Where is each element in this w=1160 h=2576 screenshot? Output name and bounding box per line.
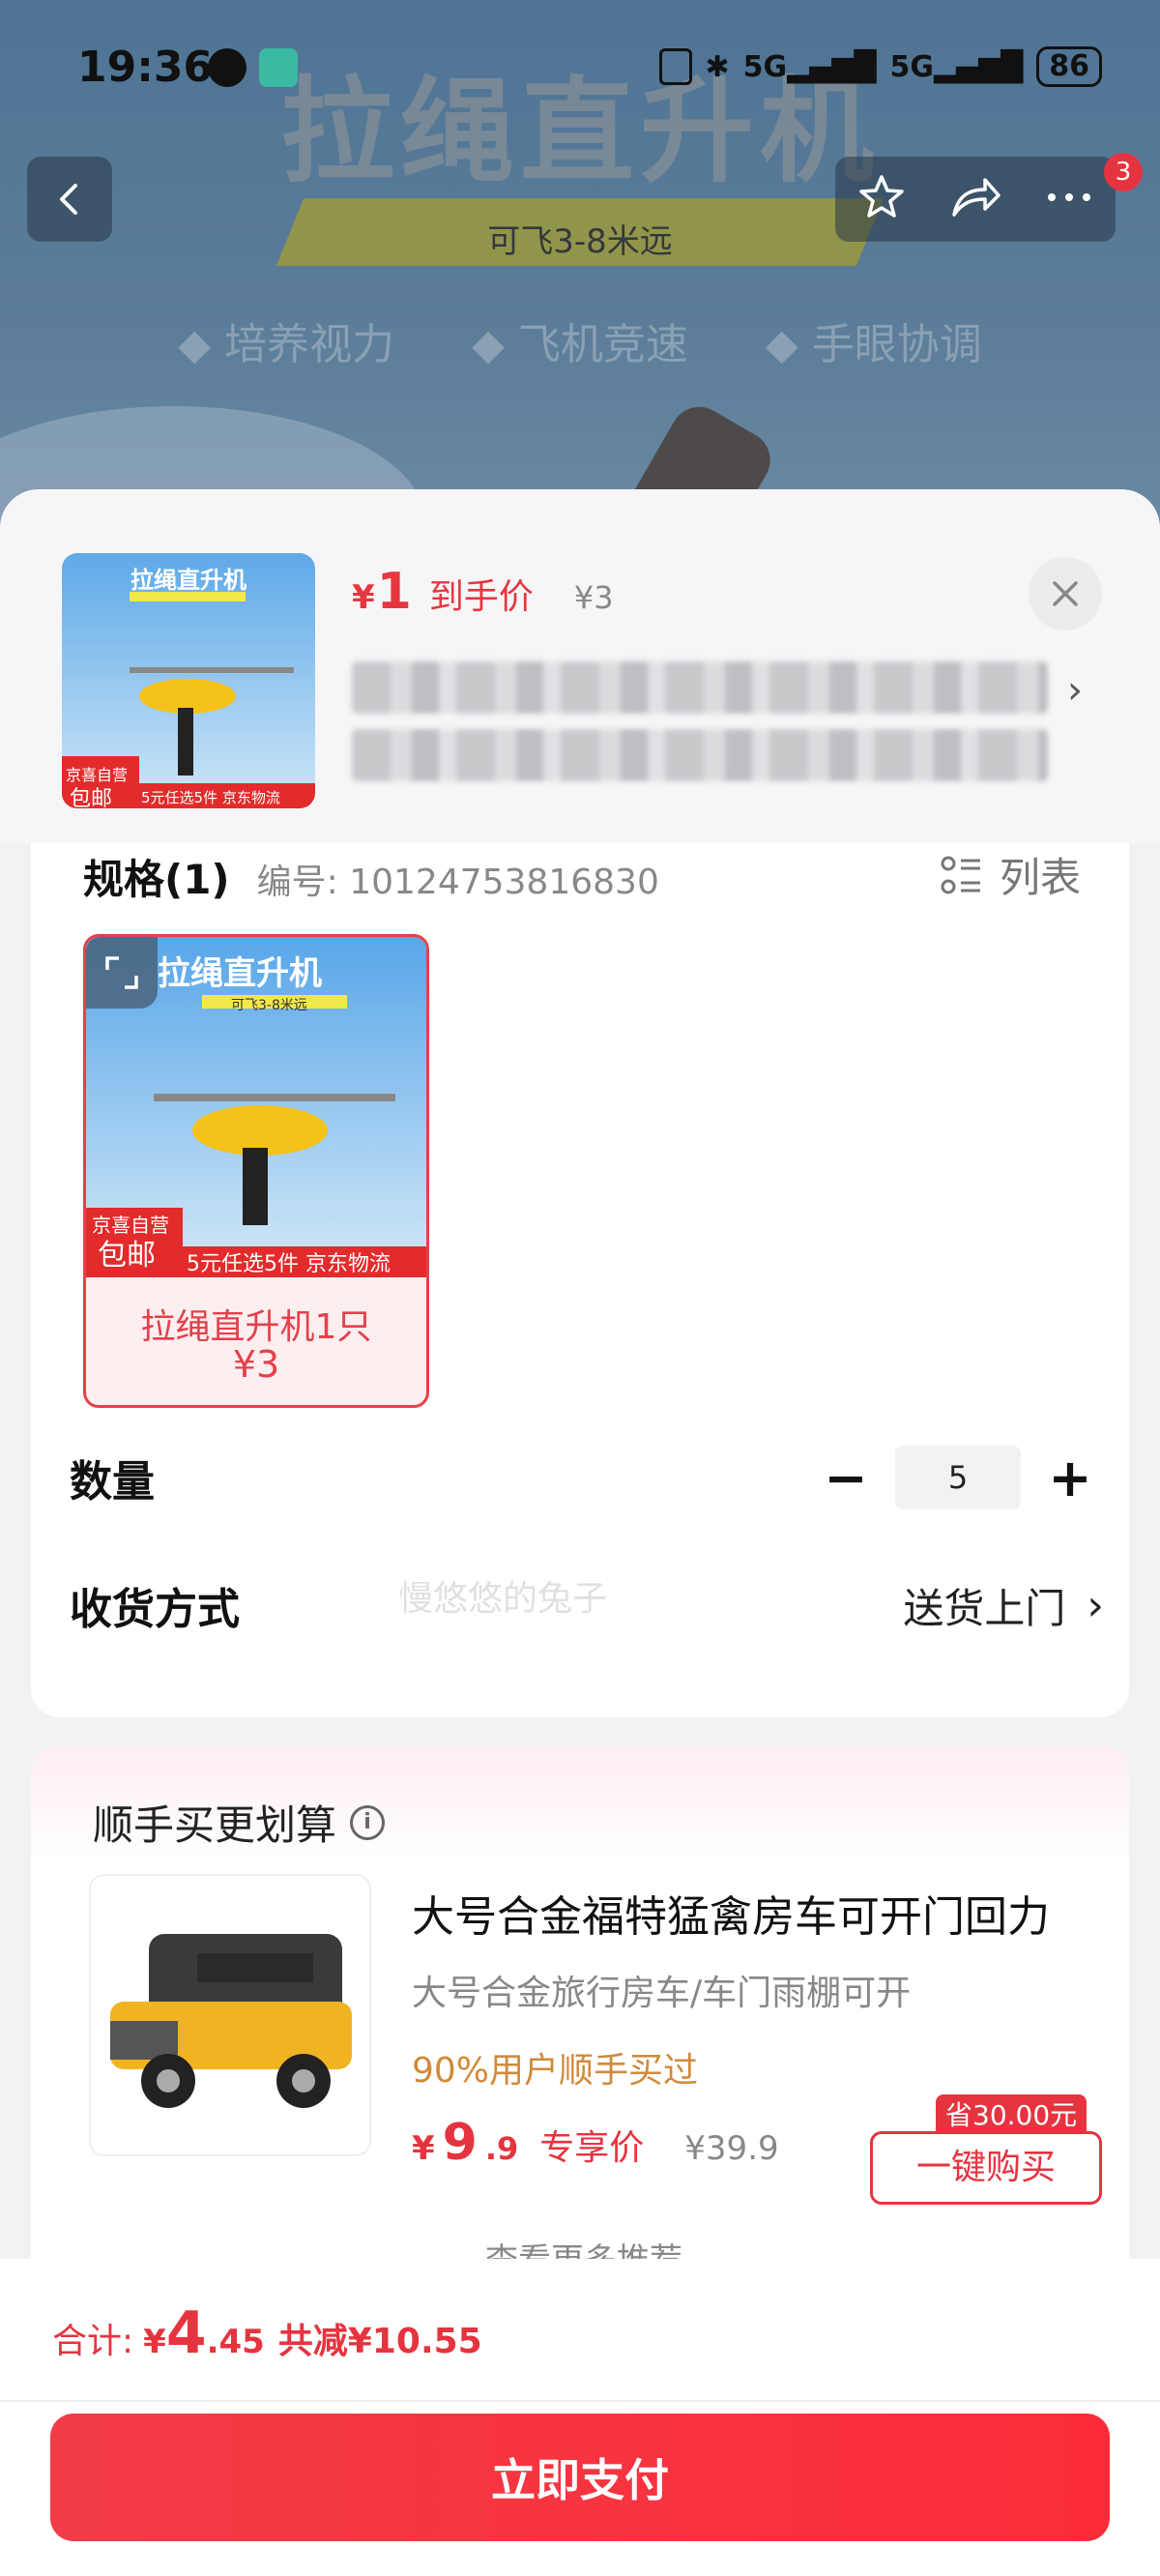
- battery-indicator: 86: [1036, 46, 1102, 87]
- product-code: 编号: 10124753816830: [256, 863, 659, 902]
- status-right: ✱ 5G▂▄▆█ 5G▂▄▆█ 86: [658, 46, 1102, 87]
- expand-icon: [105, 956, 138, 989]
- list-view-toggle[interactable]: 列表: [940, 845, 1081, 904]
- total-row: 合计: ¥ 4 .45 共减¥10.55: [52, 2299, 482, 2367]
- thumbnail-title: 拉绳直升机: [130, 567, 246, 594]
- checkout-bar: 合计: ¥ 4 .45 共减¥10.55 立即支付: [0, 2259, 1160, 2576]
- total-int: 4: [165, 2299, 207, 2367]
- upsell-price-int: 9: [442, 2114, 478, 2172]
- thumbnail-badge: 包邮: [70, 787, 113, 808]
- quantity-label: 数量: [70, 1457, 155, 1507]
- shipping-value: 送货上门: [903, 1584, 1066, 1632]
- nav-actions: [835, 157, 1116, 242]
- rv-toy-image: [110, 1934, 352, 2108]
- expand-image-button[interactable]: [86, 937, 158, 1009]
- spec-card: 规格(1) 编号: 10124753816830 列表 拉绳直升机 可飞3-8米…: [31, 843, 1129, 1717]
- total-currency: ¥: [143, 2323, 166, 2361]
- one-click-buy-button[interactable]: 一键购买: [870, 2131, 1102, 2205]
- spec-header: 规格(1) 编号: 10124753816830: [83, 847, 659, 906]
- decrease-button[interactable]: −: [822, 1448, 870, 1508]
- product-thumbnail[interactable]: 拉绳直升机 京喜自营 包邮 5元任选5件 京东物流: [62, 553, 315, 808]
- star-icon: [858, 175, 904, 218]
- chevron-right-icon: ›: [1087, 1580, 1104, 1630]
- spec-option-image-title: 拉绳直升机: [158, 954, 322, 993]
- status-time: 19:36: [77, 43, 214, 92]
- upsell-card: 顺手买更划算 i 大号合金福特猛禽房车可开门回力 大号合金旅行房车/车门雨棚可开…: [31, 1746, 1129, 2327]
- quantity-input[interactable]: [895, 1446, 1021, 1509]
- total-label: 合计:: [52, 2322, 134, 2361]
- info-icon[interactable]: i: [350, 1804, 386, 1840]
- bluetooth-icon: ✱: [705, 49, 730, 84]
- spec-option-selected[interactable]: 拉绳直升机 可飞3-8米远 京喜自营 包邮 5元任选5件 京东物流 拉绳直升机1…: [83, 934, 429, 1408]
- address-blurred-line-2: [352, 729, 1048, 781]
- wechat-icon: [208, 48, 246, 87]
- upsell-title-row: 顺手买更划算 i: [93, 1793, 386, 1852]
- spec-option-badge: 包邮: [98, 1239, 156, 1273]
- upsell-social-proof: 90%用户顺手买过: [412, 2051, 699, 2091]
- spec-option-promo: 5元任选5件 京东物流: [187, 1252, 391, 1276]
- shipping-value-group: 送货上门 ›: [903, 1576, 1104, 1635]
- more-dots-icon: [1048, 193, 1091, 201]
- banner-tag: ◆ 培养视力: [178, 320, 395, 369]
- upsell-price-label: 专享价: [539, 2128, 645, 2168]
- upsell-original-price: ¥39.9: [684, 2129, 779, 2168]
- spec-title: 规格(1): [83, 856, 230, 903]
- banner-tag: ◆ 手眼协调: [765, 320, 982, 369]
- close-button[interactable]: [1029, 557, 1102, 630]
- message-badge: 3: [1104, 153, 1143, 191]
- increase-button[interactable]: +: [1046, 1448, 1094, 1508]
- address-blurred[interactable]: [352, 661, 1048, 714]
- signal-5g-icon-2: 5G▂▄▆█: [889, 49, 1024, 84]
- quantity-row: 数量 − +: [70, 1429, 1094, 1526]
- spec-option-image-sub: 可飞3-8米远: [231, 998, 307, 1013]
- nfc-icon: [658, 48, 692, 85]
- shipping-label: 收货方式: [70, 1585, 240, 1634]
- share-button[interactable]: [948, 172, 1002, 226]
- boss-app-icon: [259, 48, 298, 87]
- signal-5g-icon: 5G▂▄▆█: [742, 49, 877, 84]
- upsell-title: 顺手买更划算: [93, 1801, 337, 1849]
- sheet-header: 拉绳直升机 京喜自营 包邮 5元任选5件 京东物流 ¥ 1 到手价 ¥3 ›: [0, 489, 1160, 843]
- original-price: ¥3: [573, 579, 614, 616]
- spec-option-name: 拉绳直升机1只: [140, 1307, 372, 1347]
- final-price: 1: [376, 563, 412, 621]
- price-currency: ¥: [352, 578, 375, 617]
- close-icon: [1053, 581, 1078, 606]
- shipping-row[interactable]: 收货方式 送货上门 ›: [70, 1557, 1104, 1654]
- favorite-button[interactable]: [856, 172, 907, 226]
- chevron-right-icon[interactable]: ›: [1067, 668, 1083, 713]
- banner-tags: ◆ 培养视力 ◆ 飞机竞速 ◆ 手眼协调: [0, 309, 1160, 371]
- status-bar: 19:36 ✱ 5G▂▄▆█ 5G▂▄▆█ 86: [0, 0, 1160, 135]
- quantity-stepper: − +: [822, 1446, 1094, 1509]
- upsell-price-dec: .9: [484, 2130, 519, 2167]
- total-dec: .45: [206, 2323, 265, 2361]
- spec-option-price: ¥3: [232, 1343, 280, 1386]
- upsell-price: ¥ 9 .9 专享价 ¥39.9: [412, 2114, 779, 2172]
- upsell-price-currency: ¥: [412, 2129, 435, 2168]
- divider: [0, 2400, 1160, 2402]
- upsell-product-name[interactable]: 大号合金福特猛禽房车可开门回力: [412, 1882, 1050, 1944]
- pay-now-button[interactable]: 立即支付: [50, 2414, 1110, 2541]
- upsell-product-subtitle: 大号合金旅行房车/车门雨棚可开: [412, 1974, 912, 2013]
- upsell-product-image[interactable]: [89, 1874, 371, 2156]
- share-icon: [952, 178, 1000, 217]
- price-row: ¥ 1 到手价 ¥3: [352, 563, 614, 621]
- chevron-left-icon: [60, 184, 77, 215]
- more-button[interactable]: [1044, 188, 1094, 211]
- list-icon: [941, 856, 980, 893]
- final-price-label: 到手价: [428, 577, 534, 617]
- total-savings: 共减¥10.55: [277, 2322, 482, 2361]
- thumbnail-promo: 5元任选5件 京东物流: [141, 789, 280, 806]
- list-toggle-label: 列表: [999, 854, 1081, 901]
- back-button[interactable]: [27, 157, 112, 242]
- banner-tag: ◆ 飞机竞速: [472, 320, 688, 369]
